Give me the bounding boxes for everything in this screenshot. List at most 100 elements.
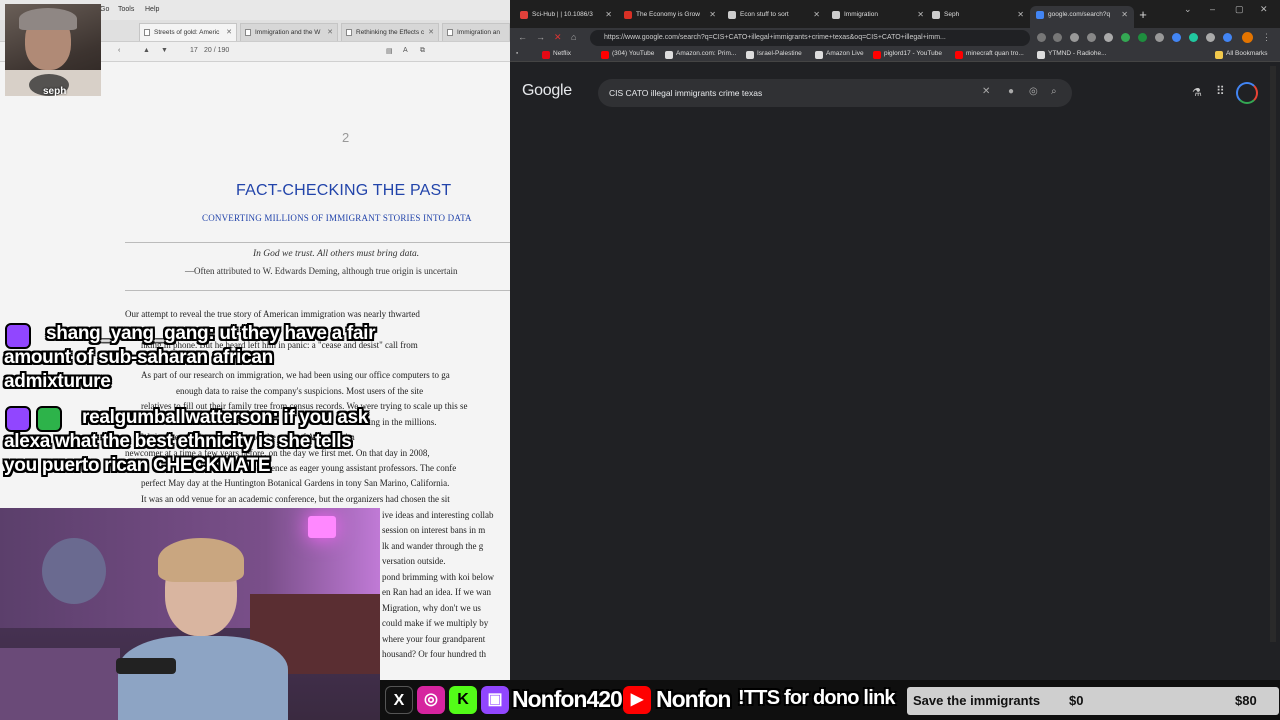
page-up-icon[interactable]: ▲ bbox=[143, 47, 150, 54]
google-logo[interactable]: Google bbox=[522, 82, 572, 100]
bookmark-label: Israel-Palestine bbox=[757, 50, 802, 57]
account-avatar[interactable] bbox=[1236, 82, 1258, 104]
share-icon[interactable] bbox=[1037, 33, 1046, 42]
menu-help[interactable]: Help bbox=[145, 6, 159, 13]
browser-tab-active[interactable]: google.com/search?q ✕ bbox=[1030, 6, 1134, 28]
all-bookmarks-label: All Bookmarks bbox=[1226, 50, 1268, 57]
browser-tab[interactable]: Immigration ✕ bbox=[826, 6, 930, 28]
extension-icon[interactable] bbox=[1121, 33, 1130, 42]
address-bar[interactable]: https://www.google.com/search?q=CIS+CATO… bbox=[590, 30, 1030, 46]
bookmark-item[interactable]: minecraft quan tro... bbox=[955, 50, 1024, 59]
fullscreen-icon[interactable]: ⧉ bbox=[420, 47, 425, 55]
back-icon[interactable]: ← bbox=[518, 32, 527, 42]
clear-icon[interactable]: ✕ bbox=[982, 86, 990, 97]
x-icon: X bbox=[385, 686, 413, 714]
browser-tab-label: Seph bbox=[944, 11, 960, 18]
browser-tab[interactable]: Econ stuff to sort ✕ bbox=[722, 6, 826, 28]
back-icon[interactable]: ‹ bbox=[118, 47, 120, 54]
apps-icon[interactable]: ▪ bbox=[516, 50, 518, 57]
bookmark-item[interactable]: Netflix bbox=[542, 50, 571, 59]
close-icon[interactable]: ✕ bbox=[1017, 10, 1024, 19]
close-icon[interactable]: ✕ bbox=[709, 10, 716, 19]
extension-icon[interactable] bbox=[1172, 33, 1181, 42]
tab-search-icon[interactable]: ⌄ bbox=[1184, 4, 1192, 15]
doc-tab[interactable]: Immigration an bbox=[442, 23, 510, 41]
bookmark-star-icon[interactable] bbox=[1053, 33, 1062, 42]
twitch-icon: ▣ bbox=[481, 686, 509, 714]
close-icon[interactable]: ✕ bbox=[226, 28, 232, 36]
bookmark-item[interactable]: (304) YouTube bbox=[601, 50, 655, 59]
epigraph: In God we trust. All others must bring d… bbox=[253, 249, 420, 259]
browser-toolbar: ← → ✕ ⌂ https://www.google.com/search?q=… bbox=[510, 28, 1280, 48]
goal-title: Save the immigrants bbox=[913, 693, 1041, 708]
search-icon[interactable]: ⌕ bbox=[1051, 86, 1057, 97]
profile-avatar[interactable] bbox=[1242, 32, 1253, 43]
close-icon[interactable]: ✕ bbox=[1121, 10, 1128, 19]
new-tab-button[interactable]: + bbox=[1136, 8, 1150, 22]
browser-tab-label: google.com/search?q bbox=[1048, 11, 1111, 18]
window-close-icon[interactable]: ✕ bbox=[1260, 4, 1268, 15]
webcam-bed bbox=[0, 648, 120, 720]
menu-go[interactable]: Go bbox=[100, 6, 109, 13]
extension-icon[interactable] bbox=[1189, 33, 1198, 42]
close-icon[interactable]: ✕ bbox=[813, 10, 820, 19]
extension-icon[interactable] bbox=[1070, 33, 1079, 42]
menu-kebab-icon[interactable]: ⋮ bbox=[1262, 32, 1271, 43]
bookmark-page-icon bbox=[746, 51, 754, 59]
page-field[interactable]: 17 bbox=[190, 47, 198, 54]
browser-tab[interactable]: The Economy is Grow ✕ bbox=[618, 6, 722, 28]
body-text: session on interest bans in m bbox=[382, 525, 486, 535]
stop-icon[interactable]: ✕ bbox=[554, 32, 562, 43]
browser-tab-label: Sci-Hub | | 10.1086/3 bbox=[532, 11, 593, 18]
close-icon[interactable]: ✕ bbox=[917, 10, 924, 19]
labs-icon[interactable]: ⚗ bbox=[1192, 86, 1202, 99]
body-text: As part of our research on immigration, … bbox=[141, 370, 450, 380]
bookmark-item[interactable]: piglord17 - YouTube bbox=[873, 50, 942, 59]
close-icon[interactable]: ✕ bbox=[327, 28, 333, 36]
menu-tools[interactable]: Tools bbox=[118, 6, 134, 13]
search-input[interactable]: CIS CATO illegal immigrants crime texas … bbox=[598, 79, 1072, 107]
divider bbox=[125, 242, 510, 243]
microphone-icon[interactable]: ● bbox=[1008, 86, 1014, 97]
extension-icon[interactable] bbox=[1155, 33, 1164, 42]
browser-tab-label: The Economy is Grow bbox=[636, 11, 700, 18]
browser-window: Sci-Hub | | 10.1086/3 ✕ The Economy is Gr… bbox=[510, 0, 1280, 680]
forward-icon[interactable]: → bbox=[536, 32, 545, 42]
text-tool-icon[interactable]: ▤ bbox=[386, 47, 393, 55]
apps-grid-icon[interactable]: ⠿ bbox=[1216, 84, 1225, 98]
extension-icon[interactable] bbox=[1104, 33, 1113, 42]
doc-tab-label: Rethinking the Effects c bbox=[356, 29, 425, 36]
all-bookmarks[interactable]: All Bookmarks bbox=[1215, 50, 1268, 59]
doc-tab[interactable]: Immigration and the W ✕ bbox=[240, 23, 338, 41]
bookmark-label: (304) YouTube bbox=[612, 50, 655, 57]
doc-tab[interactable]: Rethinking the Effects c ✕ bbox=[341, 23, 439, 41]
extension-icon[interactable] bbox=[1087, 33, 1096, 42]
amazon-icon bbox=[665, 51, 673, 59]
download-icon[interactable] bbox=[1206, 33, 1215, 42]
browser-tab-label: Immigration bbox=[844, 11, 878, 18]
maximize-icon[interactable]: ▢ bbox=[1235, 4, 1244, 15]
doc-tab[interactable]: Streets of gold: Americ ✕ bbox=[139, 23, 237, 41]
home-icon[interactable]: ⌂ bbox=[571, 32, 576, 42]
font-icon[interactable]: A bbox=[403, 47, 408, 54]
lens-icon[interactable]: ◎ bbox=[1029, 86, 1038, 97]
close-icon[interactable]: ✕ bbox=[428, 28, 434, 36]
body-text: conference as eager young assistant prof… bbox=[248, 463, 457, 473]
extension-icon[interactable] bbox=[1138, 33, 1147, 42]
body-text: nking in phone. But he heard left him in… bbox=[141, 340, 418, 350]
close-icon[interactable]: ✕ bbox=[605, 10, 612, 19]
bookmark-item[interactable]: Israel-Palestine bbox=[746, 50, 802, 59]
goal-current: $0 bbox=[1069, 693, 1084, 708]
bookmark-item[interactable]: Amazon.com: Prim... bbox=[665, 50, 736, 59]
minimize-icon[interactable]: – bbox=[1210, 4, 1215, 14]
bookmark-item[interactable]: YTMND - Radiohe... bbox=[1037, 50, 1107, 59]
browser-tab[interactable]: Sci-Hub | | 10.1086/3 ✕ bbox=[514, 6, 618, 28]
body-text: where your four grandparent bbox=[382, 634, 486, 644]
bookmark-item[interactable]: Amazon Live bbox=[815, 50, 864, 59]
browser-tab[interactable]: Seph ✕ bbox=[926, 6, 1030, 28]
page-down-icon[interactable]: ▼ bbox=[161, 47, 168, 54]
scrollbar[interactable] bbox=[1270, 66, 1276, 642]
body-text: We had been trying to reconstruct the st… bbox=[141, 432, 355, 442]
document-icon bbox=[144, 29, 150, 36]
sidepanel-icon[interactable] bbox=[1223, 33, 1232, 42]
